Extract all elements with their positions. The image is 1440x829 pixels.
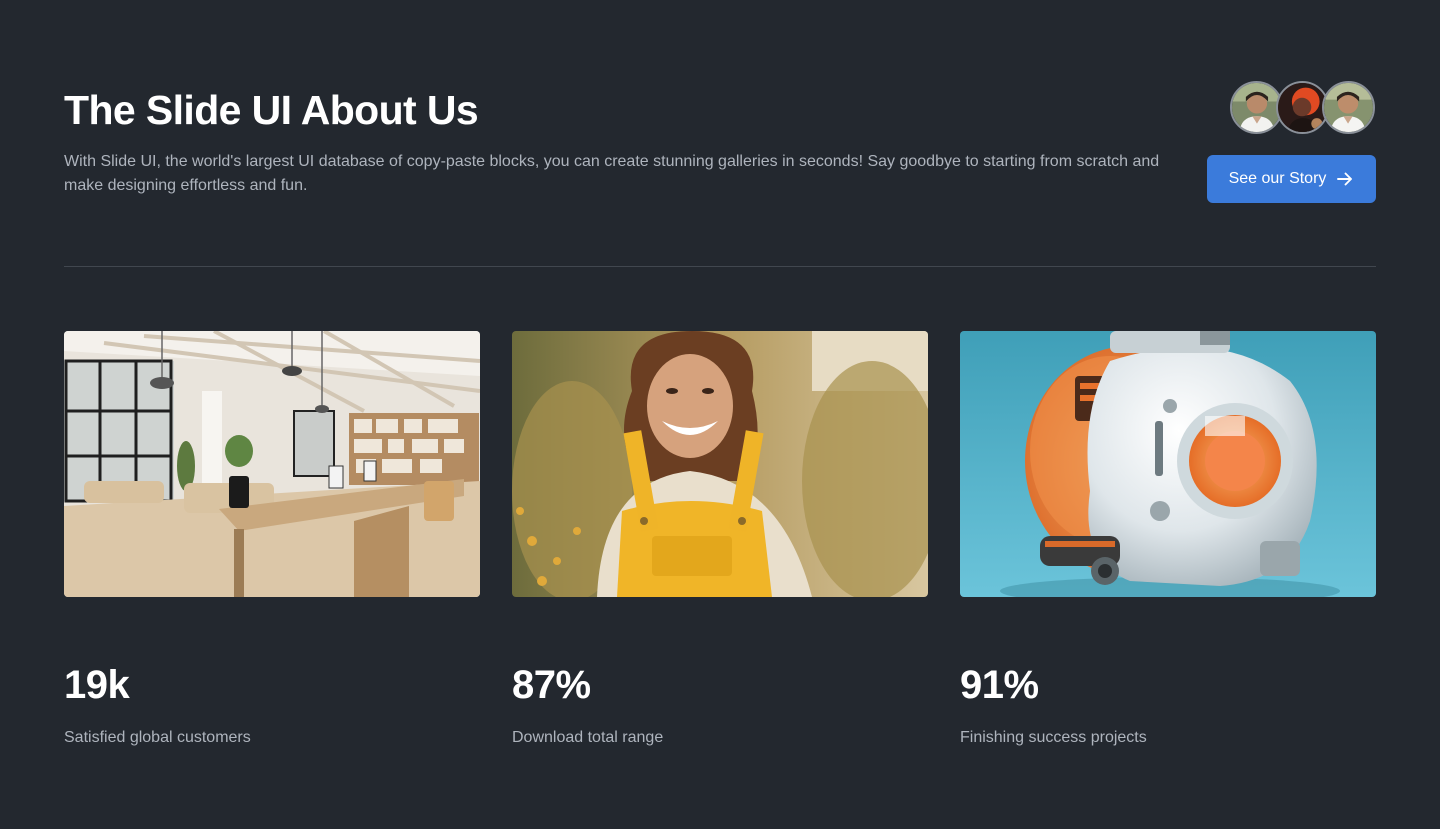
robot-helmet-image [960, 331, 1376, 597]
stat-card: 91% Finishing success projects [960, 331, 1376, 749]
stat-value: 91% [960, 663, 1039, 707]
header: The Slide UI About Us With Slide UI, the… [64, 84, 1164, 198]
see-our-story-label: See our Story [1228, 170, 1327, 187]
page-description: With Slide UI, the world's largest UI da… [64, 153, 1160, 194]
stat-value: 87% [512, 663, 591, 707]
stat-card: 87% Download total range [512, 331, 928, 749]
avatar [1322, 81, 1375, 134]
page-title: The Slide UI About Us [64, 87, 479, 133]
arrow-right-icon [1337, 172, 1353, 186]
avatar-group [1230, 81, 1380, 139]
about-us-section: The Slide UI About Us With Slide UI, the… [0, 0, 1440, 829]
stat-label: Satisfied global customers [64, 729, 251, 746]
office-interior-image [64, 331, 480, 597]
stat-label: Download total range [512, 729, 664, 746]
stat-label: Finishing success projects [960, 729, 1147, 746]
stat-value: 19k [64, 663, 130, 707]
stat-card: 19k Satisfied global customers [64, 331, 480, 749]
see-our-story-button[interactable]: See our Story [1207, 155, 1376, 203]
smiling-woman-image [512, 331, 928, 597]
section-divider [64, 266, 1376, 267]
